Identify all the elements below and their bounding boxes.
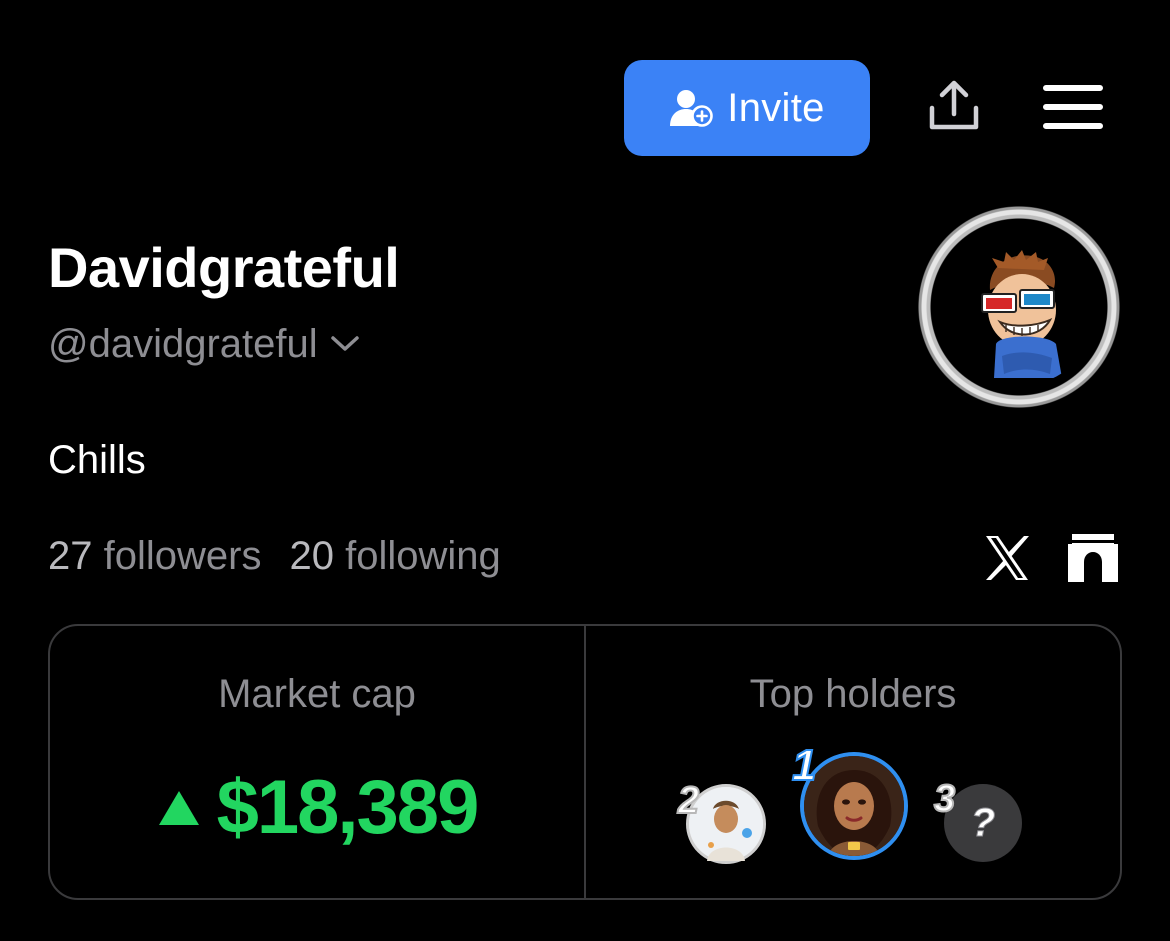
- share-button[interactable]: [925, 78, 983, 136]
- followers-link[interactable]: 27 followers: [48, 536, 261, 576]
- hamburger-menu-icon: [1043, 85, 1103, 129]
- followers-label: followers: [103, 534, 262, 578]
- top-holders-title: Top holders: [749, 672, 957, 716]
- following-link[interactable]: 20 following: [289, 536, 500, 576]
- unknown-holder-placeholder: ?: [970, 800, 996, 845]
- handle-selector[interactable]: @davidgrateful: [48, 324, 360, 364]
- following-label: following: [345, 534, 501, 578]
- share-icon: [929, 80, 979, 130]
- invite-label: Invite: [727, 85, 825, 130]
- token-stats-card: Market cap $18,389 Top holders 2 1 ? 3: [48, 624, 1122, 900]
- display-name: Davidgrateful: [48, 236, 400, 299]
- follow-stats: 27 followers 20 following: [48, 536, 501, 576]
- x-logo-icon: [986, 536, 1029, 580]
- gate-logo-icon: [1068, 534, 1118, 582]
- gate-profile-link[interactable]: [1068, 532, 1118, 582]
- invite-button[interactable]: Invite: [624, 60, 870, 156]
- add-user-icon: [670, 90, 714, 127]
- holder-rank-1: 1: [791, 741, 818, 790]
- market-cap-value: $18,389: [216, 765, 480, 850]
- profile-avatar[interactable]: [916, 204, 1122, 410]
- followers-count: 27: [48, 534, 93, 578]
- cartoon-avatar-image: [981, 250, 1062, 378]
- female-avatar-image: [804, 756, 904, 856]
- market-cap-title: Market cap: [218, 672, 416, 716]
- chevron-down-icon: [330, 336, 359, 351]
- x-profile-link[interactable]: [984, 534, 1030, 582]
- holder-avatar-3[interactable]: ?: [944, 784, 1022, 862]
- trend-up-icon: [158, 791, 199, 825]
- handle-text: @davidgrateful: [48, 322, 318, 366]
- market-cap-panel[interactable]: Market cap $18,389: [50, 626, 584, 898]
- menu-button[interactable]: [1042, 82, 1104, 132]
- holder-rank-2: 2: [677, 780, 700, 822]
- following-count: 20: [289, 534, 334, 578]
- holder-rank-3: 3: [933, 778, 956, 820]
- bio-text: Chills: [48, 438, 146, 482]
- top-holders-panel[interactable]: Top holders 2 1 ? 3: [586, 626, 1120, 898]
- male-avatar-image: [689, 787, 763, 861]
